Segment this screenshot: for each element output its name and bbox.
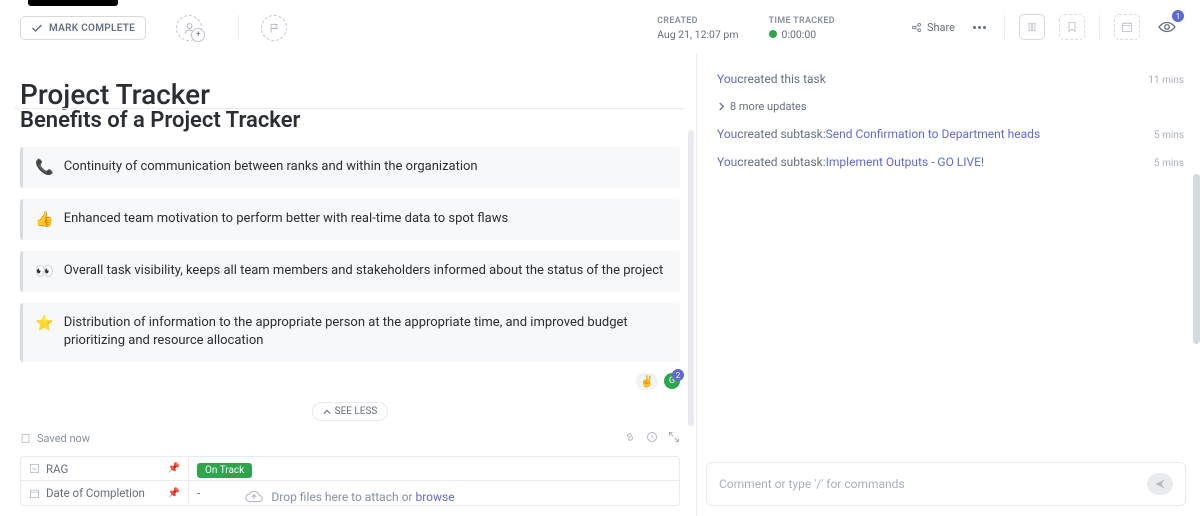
priority-button[interactable] (261, 15, 287, 41)
section-heading: Benefits of a Project Tracker (20, 108, 680, 133)
action-button-1[interactable] (1019, 14, 1045, 40)
chevron-right-icon (717, 102, 726, 111)
send-icon (1154, 478, 1166, 490)
date-button[interactable] (1114, 14, 1140, 40)
pin-icon: 📌 (168, 463, 180, 474)
bookmark-icon (1066, 21, 1078, 33)
flag-icon (269, 23, 280, 34)
subtask-link[interactable]: Send Confirmation to Department heads (826, 127, 1041, 141)
subtask-link[interactable]: Implement Outputs - GO LIVE! (826, 155, 984, 169)
page-icon (20, 433, 31, 444)
activity-time: 5 mins (1144, 158, 1184, 169)
watch-count-badge: 1 (1172, 10, 1184, 22)
share-icon (911, 22, 922, 33)
user-icon (183, 22, 196, 35)
thumbsup-icon: 👍 (35, 210, 54, 228)
play-dot-icon (769, 30, 777, 38)
reaction-peace[interactable]: ✌️ (636, 373, 658, 390)
activity-item: You created subtask: Implement Outputs -… (717, 155, 1184, 169)
callout-block[interactable]: 👀 Overall task visibility, keeps all tea… (20, 251, 680, 292)
chevron-up-icon (323, 408, 331, 416)
scrollbar[interactable] (688, 130, 694, 426)
link-button[interactable] (624, 431, 636, 446)
callout-text: Distribution of information to the appro… (64, 314, 668, 352)
drop-text: Drop files here to attach or (271, 490, 415, 504)
send-button[interactable] (1147, 473, 1173, 495)
share-button[interactable]: Share (911, 21, 955, 34)
see-less-button[interactable]: SEE LESS (312, 402, 389, 421)
field-row-rag[interactable]: RAG 📌 On Track (21, 457, 679, 481)
separator (238, 15, 239, 39)
rag-badge: On Track (197, 463, 252, 478)
user-link[interactable]: You (717, 155, 737, 169)
drop-zone[interactable]: Drop files here to attach or browse (20, 488, 680, 506)
created-value: Aug 21, 12:07 pm (657, 28, 738, 41)
expand-icon (668, 431, 680, 443)
page-title[interactable]: Project Tracker (20, 78, 210, 111)
activity-item: You created this task 11 mins (717, 72, 1184, 86)
dropdown-icon (29, 463, 40, 474)
callout-block[interactable]: 👍 Enhanced team motivation to perform be… (20, 199, 680, 240)
time-tracked-value[interactable]: 0:00:00 (769, 28, 835, 41)
activity-item: You created subtask: Send Confirmation t… (717, 127, 1184, 141)
time-tracked-label: TIME TRACKED (769, 16, 835, 26)
comment-placeholder: Comment or type '/' for commands (719, 477, 905, 491)
star-icon: ⭐ (35, 314, 54, 332)
callout-block[interactable]: 📞 Continuity of communication between ra… (20, 147, 680, 188)
user-link[interactable]: You (717, 127, 737, 141)
pause-icon (1026, 21, 1038, 33)
watch-button[interactable]: 1 (1154, 14, 1180, 40)
separator (1099, 15, 1100, 39)
expand-updates-button[interactable]: 8 more updates (717, 100, 1184, 113)
activity-time: 5 mins (1144, 130, 1184, 141)
clock-icon (646, 431, 658, 443)
reaction-count-badge: 2 (672, 369, 684, 381)
callout-block[interactable]: ⭐ Distribution of information to the app… (20, 303, 680, 363)
eyes-icon: 👀 (35, 262, 54, 280)
history-button[interactable] (646, 431, 658, 446)
activity-time: 11 mins (1138, 75, 1184, 86)
window-tab-accent (28, 0, 118, 6)
callout-text: Enhanced team motivation to perform bett… (64, 210, 509, 229)
calendar-icon (1121, 21, 1133, 33)
mark-complete-label: MARK COMPLETE (49, 23, 135, 34)
callout-text: Continuity of communication between rank… (64, 158, 478, 177)
reaction-avatar-wrap[interactable]: G 2 (664, 373, 680, 390)
check-icon (31, 22, 43, 34)
comment-input[interactable]: Comment or type '/' for commands (706, 462, 1186, 506)
separator (1004, 15, 1005, 39)
activity-panel: You created this task 11 mins 8 more upd… (696, 54, 1200, 516)
more-menu-button[interactable] (969, 22, 990, 33)
browse-link[interactable]: browse (415, 490, 454, 504)
phone-icon: 📞 (35, 158, 54, 176)
link-icon (624, 431, 636, 443)
callout-text: Overall task visibility, keeps all team … (64, 262, 664, 281)
mark-complete-button[interactable]: MARK COMPLETE (20, 16, 146, 40)
assignee-add-button[interactable] (176, 15, 202, 41)
field-label-text: RAG (46, 462, 68, 476)
action-button-2[interactable] (1059, 14, 1085, 40)
scrollbar[interactable] (1193, 174, 1200, 344)
saved-status: Saved now (37, 432, 90, 445)
user-link[interactable]: You (717, 72, 737, 86)
cloud-upload-icon (245, 488, 263, 506)
created-label: CREATED (657, 16, 738, 26)
expand-button[interactable] (668, 431, 680, 446)
